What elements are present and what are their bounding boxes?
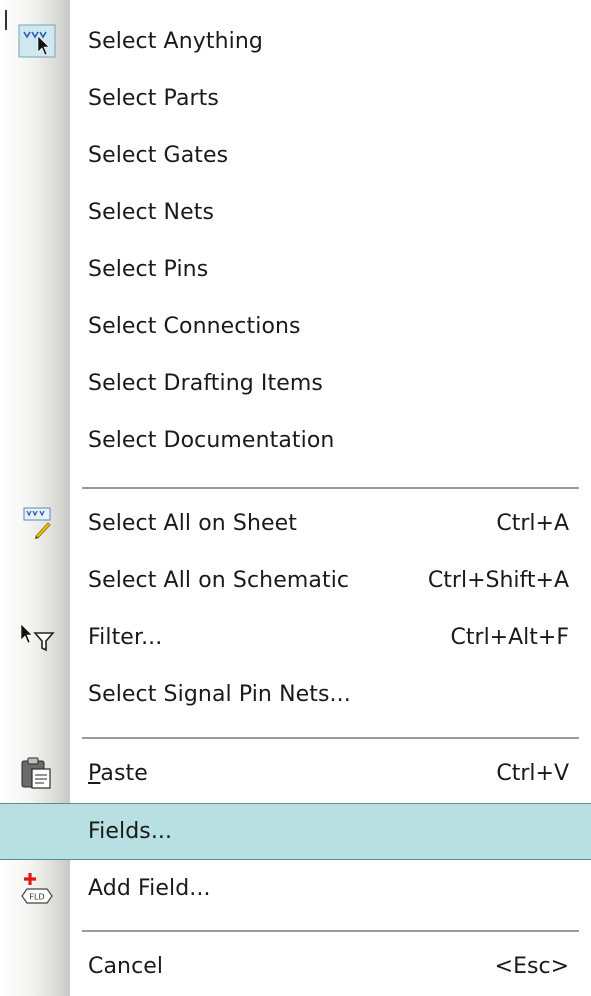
menu-item-paste[interactable]: Paste Ctrl+V xyxy=(0,745,591,802)
menu-item-label: Select Pins xyxy=(88,257,209,282)
menu-item-label: Select All on Sheet xyxy=(88,511,298,536)
menu-item-add-field[interactable]: FLD Add Field... xyxy=(0,860,591,917)
menu-item-select-signal-pin-nets[interactable]: Select Signal Pin Nets... xyxy=(0,666,591,723)
menu-item-select-connections[interactable]: Select Connections xyxy=(0,298,591,355)
menu-item-label: Filter... xyxy=(88,625,163,650)
menu-item-label: Select All on Schematic xyxy=(88,568,350,593)
menu-item-fields[interactable]: Fields... xyxy=(0,803,591,860)
mnemonic-letter: P xyxy=(88,761,101,786)
menu-item-label: Select Anything xyxy=(88,29,263,54)
menu-item-cancel[interactable]: Cancel <Esc> xyxy=(0,938,591,995)
menu-item-label: Select Drafting Items xyxy=(88,371,323,396)
menu-item-label: Select Connections xyxy=(88,314,301,339)
menu-item-select-gates[interactable]: Select Gates xyxy=(0,127,591,184)
menu-item-label: Add Field... xyxy=(88,876,211,901)
select-anything-icon xyxy=(18,24,56,58)
menu-item-label: Fields... xyxy=(88,819,173,844)
shortcut-label: <Esc> xyxy=(494,954,569,979)
menu-separator xyxy=(82,737,579,740)
menu-item-label: Cancel xyxy=(88,954,164,979)
menu-item-label: Select Signal Pin Nets... xyxy=(88,682,351,707)
menu-separator xyxy=(82,487,579,490)
menu-item-label: Select Nets xyxy=(88,200,215,225)
menu-item-select-pins[interactable]: Select Pins xyxy=(0,241,591,298)
menu-item-label: Paste xyxy=(88,745,148,802)
shortcut-label: Ctrl+A xyxy=(496,511,569,536)
menu-item-select-nets[interactable]: Select Nets xyxy=(0,184,591,241)
menu-item-select-parts[interactable]: Select Parts xyxy=(0,70,591,127)
filter-icon xyxy=(18,620,56,654)
svg-text:FLD: FLD xyxy=(29,893,44,902)
shortcut-label: Ctrl+Alt+F xyxy=(450,625,569,650)
menu-item-select-all-on-sheet[interactable]: Select All on Sheet Ctrl+A xyxy=(0,495,591,552)
menu-separator xyxy=(82,930,579,933)
paste-icon xyxy=(18,756,56,790)
menu-item-select-anything[interactable]: Select Anything xyxy=(0,13,591,70)
menu-item-select-all-on-schematic[interactable]: Select All on Schematic Ctrl+Shift+A xyxy=(0,552,591,609)
shortcut-label: Ctrl+Shift+A xyxy=(427,568,569,593)
menu-item-label: Select Parts xyxy=(88,86,219,111)
context-menu: Select Anything Select Parts Select Gate… xyxy=(0,0,591,996)
select-all-icon xyxy=(18,506,56,540)
menu-item-label-rest: aste xyxy=(100,761,148,786)
menu-item-select-documentation[interactable]: Select Documentation xyxy=(0,412,591,469)
menu-item-label: Select Gates xyxy=(88,143,229,168)
menu-item-filter[interactable]: Filter... Ctrl+Alt+F xyxy=(0,609,591,666)
add-field-icon: FLD xyxy=(18,871,56,905)
menu-item-select-drafting-items[interactable]: Select Drafting Items xyxy=(0,355,591,412)
menu-item-label: Select Documentation xyxy=(88,428,335,453)
shortcut-label: Ctrl+V xyxy=(496,761,569,786)
